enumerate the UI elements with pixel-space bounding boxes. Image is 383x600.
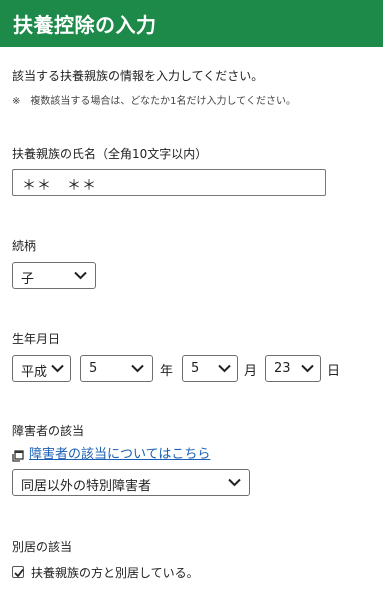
year-select[interactable]: 5 <box>80 355 153 382</box>
month-unit: 月 <box>244 364 258 379</box>
chevron-down-icon <box>218 364 231 373</box>
separate-residence-checkbox[interactable] <box>12 566 24 578</box>
chevron-down-icon <box>131 364 144 373</box>
chevron-down-icon <box>74 271 87 280</box>
name-field-label: 扶養親族の氏名（全角10文字以内） <box>12 147 208 161</box>
year-value: 5 <box>89 361 98 376</box>
separate-residence-label: 別居の該当 <box>12 540 73 554</box>
disability-info-link[interactable]: 障害者の該当についてはこちら <box>29 443 210 462</box>
dependent-name-value: ＊＊ ＊＊ <box>22 178 97 194</box>
dependent-name-input[interactable]: ＊＊ ＊＊ <box>12 169 326 196</box>
era-value: 平成 <box>21 365 48 380</box>
page-title: 扶養控除の入力 <box>13 13 157 37</box>
chevron-down-icon <box>301 364 314 373</box>
checkmark-icon <box>14 568 24 578</box>
relationship-label: 続柄 <box>12 239 37 253</box>
separate-residence-checkbox-label[interactable]: 扶養親族の方と別居している。 <box>31 564 199 581</box>
era-select[interactable]: 平成 <box>12 355 71 382</box>
year-unit: 年 <box>160 364 174 379</box>
external-window-icon <box>12 447 24 462</box>
relationship-value: 子 <box>21 272 35 287</box>
day-unit: 日 <box>327 364 341 379</box>
birthdate-label: 生年月日 <box>12 332 61 346</box>
disability-select[interactable]: 同居以外の特別障害者 <box>12 469 250 496</box>
month-select[interactable]: 5 <box>182 355 238 382</box>
intro-note: ※ 複数該当する場合は、どなたか1名だけ入力してください。 <box>12 96 296 107</box>
page-header: 扶養控除の入力 <box>0 0 383 47</box>
chevron-down-icon <box>228 478 241 487</box>
day-select[interactable]: 23 <box>265 355 321 382</box>
relationship-select[interactable]: 子 <box>12 262 96 289</box>
month-value: 5 <box>191 361 200 376</box>
day-value: 23 <box>274 361 291 376</box>
intro-text: 該当する扶養親族の情報を入力してください。 <box>12 69 264 83</box>
disability-value: 同居以外の特別障害者 <box>21 479 152 494</box>
disability-label: 障害者の該当 <box>12 424 85 438</box>
chevron-down-icon <box>51 364 64 373</box>
